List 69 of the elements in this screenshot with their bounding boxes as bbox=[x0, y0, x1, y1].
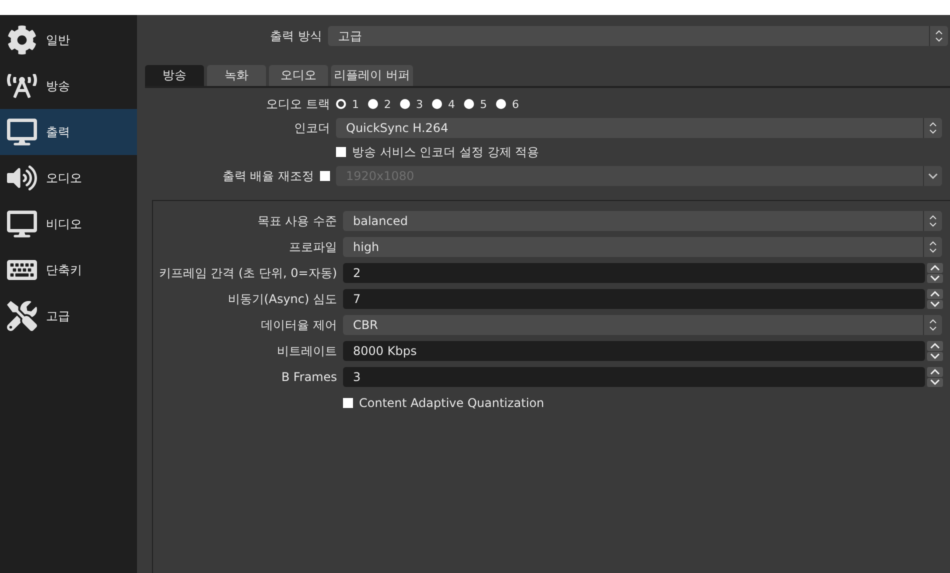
increment-button[interactable] bbox=[927, 263, 943, 272]
field-label: 목표 사용 수준 bbox=[256, 212, 337, 230]
spin-field[interactable]: 3 bbox=[343, 367, 925, 387]
up-down-arrow-icon bbox=[935, 30, 943, 42]
field-label: 비트레이트 bbox=[276, 342, 337, 360]
sidebar-item[interactable]: 일반 bbox=[0, 17, 137, 63]
caret-down-icon bbox=[930, 353, 940, 360]
tab[interactable]: 녹화 bbox=[207, 65, 266, 86]
checkbox[interactable] bbox=[343, 398, 353, 408]
caret-down-icon bbox=[930, 301, 940, 308]
monitor-icon bbox=[7, 209, 37, 239]
tools-icon bbox=[7, 301, 37, 331]
sidebar-item[interactable]: 고급 bbox=[0, 293, 137, 339]
up-down-arrow-icon bbox=[929, 215, 937, 227]
up-down-arrow-icon bbox=[929, 122, 937, 134]
spin-field[interactable]: 8000 Kbps bbox=[343, 341, 925, 361]
increment-button[interactable] bbox=[927, 289, 943, 298]
spin-field[interactable]: 2 bbox=[343, 263, 925, 283]
up-down-arrow-icon bbox=[929, 241, 937, 253]
caret-up-icon bbox=[930, 342, 940, 349]
field-label: B Frames bbox=[280, 370, 337, 384]
decrement-button[interactable] bbox=[927, 378, 943, 387]
speaker-icon bbox=[7, 163, 37, 193]
select-field[interactable]: CBR bbox=[343, 315, 942, 335]
caret-up-icon bbox=[930, 368, 940, 375]
select-field[interactable]: balanced bbox=[343, 211, 942, 231]
field-label: 키프레임 간격 (초 단위, 0=자동) bbox=[158, 264, 337, 282]
decrement-button[interactable] bbox=[927, 274, 943, 283]
select-field[interactable]: QuickSync H.264 bbox=[336, 118, 942, 138]
sidebar-item[interactable]: 출력 bbox=[0, 109, 137, 155]
caret-up-icon bbox=[930, 264, 940, 271]
field-label: 프로파일 bbox=[288, 238, 337, 256]
radio-option[interactable]: 1 bbox=[336, 98, 359, 110]
increment-button[interactable] bbox=[927, 367, 943, 376]
checkbox[interactable] bbox=[336, 147, 346, 157]
field-label: 비동기(Async) 심도 bbox=[227, 290, 337, 308]
tab[interactable]: 오디오 bbox=[269, 65, 328, 86]
monitor-icon bbox=[7, 117, 37, 147]
radio-option[interactable]: 5 bbox=[464, 98, 487, 110]
decrement-button[interactable] bbox=[927, 352, 943, 361]
checkbox-label: Content Adaptive Quantization bbox=[359, 396, 544, 410]
tab[interactable]: 리플레이 버퍼 bbox=[331, 65, 413, 86]
antenna-icon bbox=[7, 71, 37, 101]
select-field[interactable]: 고급 bbox=[328, 26, 948, 46]
checkbox-label: 방송 서비스 인코더 설정 강제 적용 bbox=[352, 144, 540, 160]
sidebar-item[interactable]: 오디오 bbox=[0, 155, 137, 201]
field-label: 데이터율 제어 bbox=[260, 316, 337, 334]
spin-field[interactable]: 7 bbox=[343, 289, 925, 309]
chevron-down-icon bbox=[928, 173, 938, 179]
checkbox-label: 출력 배율 재조정 bbox=[222, 168, 314, 184]
radio-option[interactable]: 3 bbox=[400, 98, 423, 110]
sidebar-item[interactable]: 비디오 bbox=[0, 201, 137, 247]
tab[interactable]: 방송 bbox=[145, 65, 204, 86]
select-field[interactable]: high bbox=[343, 237, 942, 257]
field-label: 오디오 트랙 bbox=[265, 96, 330, 112]
caret-down-icon bbox=[930, 379, 940, 386]
sidebar-item[interactable]: 방송 bbox=[0, 63, 137, 109]
radio-option[interactable]: 6 bbox=[496, 98, 519, 110]
radio-option[interactable]: 4 bbox=[432, 98, 455, 110]
caret-up-icon bbox=[930, 290, 940, 297]
up-down-arrow-icon bbox=[929, 319, 937, 331]
sidebar-item[interactable]: 단축키 bbox=[0, 247, 137, 293]
field-label: 인코더 bbox=[293, 120, 330, 136]
caret-down-icon bbox=[930, 275, 940, 282]
decrement-button[interactable] bbox=[927, 300, 943, 309]
increment-button[interactable] bbox=[927, 341, 943, 350]
radio-option[interactable]: 2 bbox=[368, 98, 391, 110]
field-label: 출력 방식 bbox=[269, 28, 322, 44]
gear-icon bbox=[7, 25, 37, 55]
